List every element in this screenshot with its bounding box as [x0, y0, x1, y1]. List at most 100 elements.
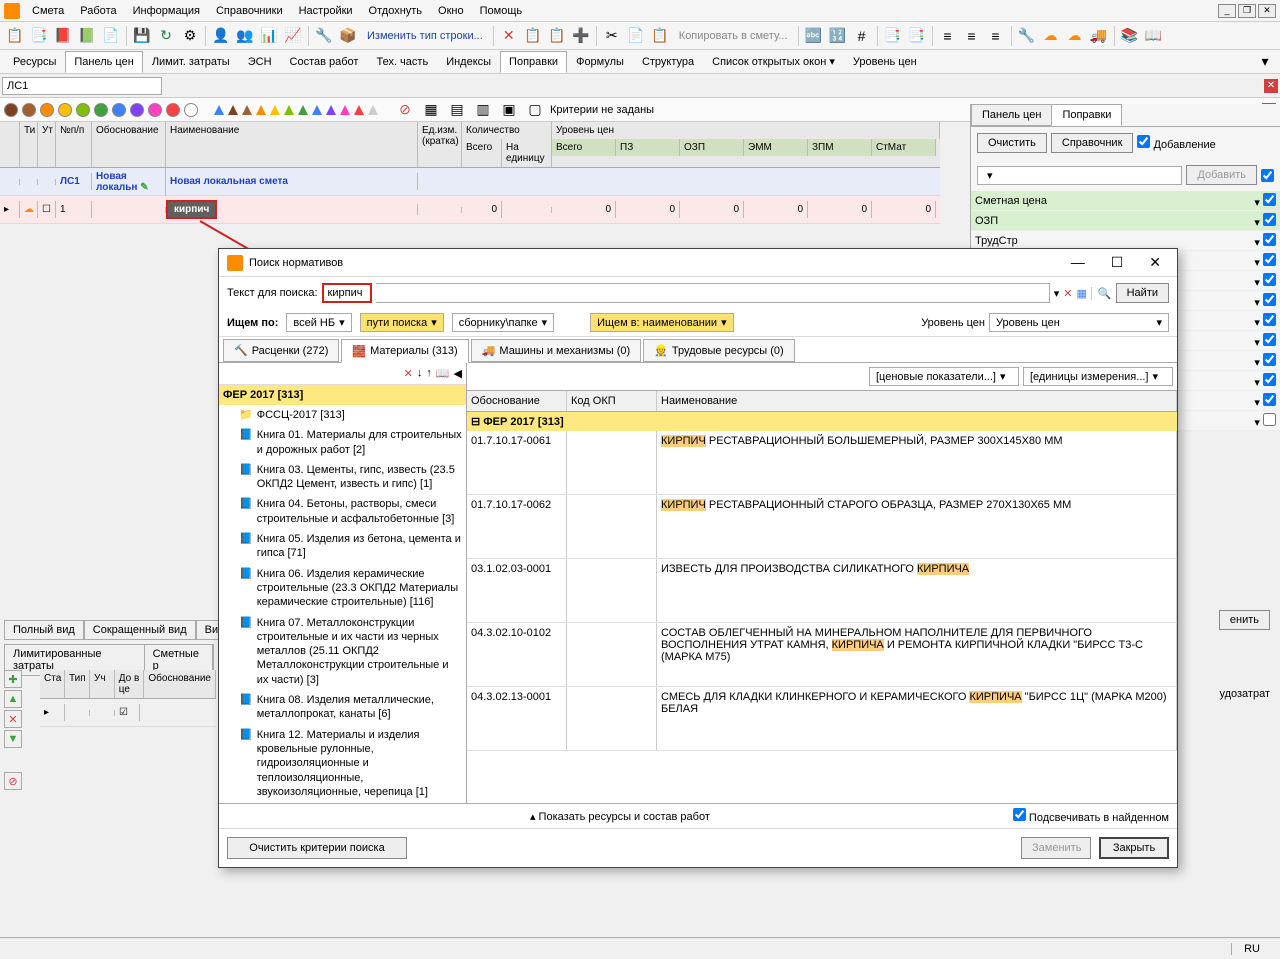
doc-name-input[interactable]: [2, 77, 162, 95]
filter-triangle[interactable]: [214, 105, 224, 115]
menu-info[interactable]: Информация: [125, 3, 208, 19]
tb-icon[interactable]: 📊: [258, 25, 280, 47]
close-doc-icon[interactable]: ✕: [1264, 79, 1278, 93]
combo-search-in[interactable]: Ищем в: наименовании ▾: [590, 313, 733, 332]
cancel-filter-icon[interactable]: ⊘: [394, 99, 416, 121]
res-col-okp[interactable]: Код ОКП: [567, 391, 657, 411]
tab-resources[interactable]: Ресурсы: [4, 51, 65, 73]
clear-search-icon[interactable]: ✕: [1063, 287, 1072, 300]
col-np[interactable]: №п/п: [56, 122, 92, 167]
menu-smeta[interactable]: Смета: [24, 3, 72, 19]
tab-limit[interactable]: Лимит. затраты: [143, 51, 239, 73]
close-dialog-button[interactable]: Закрыть: [1099, 837, 1169, 859]
tree-item[interactable]: 📘Книга 01. Материалы для строительных и …: [219, 425, 466, 460]
res-col-name[interactable]: Наименование: [657, 391, 1177, 411]
copy-to-smeta[interactable]: Копировать в смету...: [673, 28, 794, 44]
filter-triangle[interactable]: [228, 105, 238, 115]
tb-icon[interactable]: ⚙: [179, 25, 201, 47]
filter-triangle[interactable]: [256, 105, 266, 115]
filter-dot[interactable]: [166, 103, 180, 117]
rp-tab-price[interactable]: Панель цен: [971, 104, 1052, 126]
filter-triangle[interactable]: [298, 105, 308, 115]
res-col-code[interactable]: Обоснование: [467, 391, 567, 411]
tb-icon[interactable]: 📄: [100, 25, 122, 47]
tab-structure[interactable]: Структура: [633, 51, 703, 73]
search-input[interactable]: [322, 283, 372, 303]
copy-icon[interactable]: 📄: [625, 25, 647, 47]
tab-labor[interactable]: 👷Трудовые ресурсы (0): [643, 339, 795, 362]
filter-dot[interactable]: [130, 103, 144, 117]
tb-icon[interactable]: 📋: [546, 25, 568, 47]
col-money[interactable]: СтМат: [872, 139, 936, 156]
col-all[interactable]: Всего: [462, 139, 502, 167]
col-money[interactable]: ОЗП: [680, 139, 744, 156]
tree-item[interactable]: 📘Книга 04. Бетоны, растворы, смеси строи…: [219, 494, 466, 529]
col-ut[interactable]: Ут: [38, 122, 56, 167]
tree-up-icon[interactable]: ↑: [426, 367, 432, 380]
tab-price-level[interactable]: Уровень цен: [844, 51, 926, 73]
tb-icon[interactable]: ☁: [1040, 25, 1062, 47]
filter-dot[interactable]: [58, 103, 72, 117]
view-full[interactable]: Полный вид: [4, 620, 84, 640]
tb-icon[interactable]: 📑: [882, 25, 904, 47]
tb-icon[interactable]: 📈: [282, 25, 304, 47]
tb-icon[interactable]: ≡: [937, 25, 959, 47]
tab-materials[interactable]: 🧱Материалы (313): [341, 339, 468, 363]
tb-icon[interactable]: 📦: [337, 25, 359, 47]
highlight-checkbox-label[interactable]: Подсвечивать в найденном: [1013, 808, 1169, 824]
menu-window[interactable]: Окно: [430, 3, 472, 19]
save-icon[interactable]: 💾: [131, 25, 153, 47]
dropdown-icon[interactable]: ▾: [1254, 51, 1276, 73]
combo-price-indicators[interactable]: [ценовые показатели...] ▾: [869, 367, 1019, 386]
grid-row-header[interactable]: ЛС1 Новая локальн ✎ Новая локальная смет…: [0, 168, 940, 196]
menu-help[interactable]: Помощь: [472, 3, 531, 19]
clear-button[interactable]: Очистить: [977, 133, 1047, 153]
grid-icon[interactable]: ▤: [446, 99, 468, 121]
restore-button[interactable]: ❐: [1238, 4, 1256, 18]
menu-sprav[interactable]: Справочники: [208, 3, 291, 19]
close-button[interactable]: ✕: [1258, 4, 1276, 18]
change-row-type[interactable]: Изменить тип строки...: [361, 28, 489, 44]
tb-icon[interactable]: 📖: [1143, 25, 1165, 47]
col-money[interactable]: Всего: [552, 139, 616, 156]
limit-row[interactable]: ▸ ☑: [40, 699, 216, 727]
tb-icon[interactable]: 🔤: [803, 25, 825, 47]
col-type[interactable]: Ти: [20, 122, 38, 167]
up-icon[interactable]: ▲: [4, 690, 22, 708]
lim-col[interactable]: Тип: [65, 670, 90, 698]
tab-price-panel[interactable]: Панель цен: [65, 51, 142, 73]
tree-down-icon[interactable]: ↓: [417, 367, 423, 380]
tab-machines[interactable]: 🚚Машины и механизмы (0): [471, 339, 641, 362]
result-row[interactable]: 03.1.02.03-0001ИЗВЕСТЬ ДЛЯ ПРОИЗВОДСТВА …: [467, 559, 1177, 623]
clear-criteria-button[interactable]: Очистить критерии поиска: [227, 837, 407, 859]
add-icon[interactable]: ✚: [4, 670, 22, 688]
combo-collection[interactable]: сборнику\папке ▾: [452, 313, 554, 332]
col-naim[interactable]: Наименование: [166, 122, 418, 167]
tab-rates[interactable]: 🔨Расценки (272): [223, 339, 339, 362]
filter-triangle[interactable]: [368, 105, 378, 115]
tb-icon[interactable]: 👤: [210, 25, 232, 47]
minimize-button[interactable]: _: [1218, 4, 1236, 18]
filter-dot[interactable]: [148, 103, 162, 117]
refresh-icon[interactable]: ↻: [155, 25, 177, 47]
tab-formulas[interactable]: Формулы: [567, 51, 633, 73]
combo-units[interactable]: [единицы измерения...] ▾: [1023, 367, 1173, 386]
reference-button[interactable]: Справочник: [1051, 133, 1134, 153]
filter-dot[interactable]: [40, 103, 54, 117]
tb-icon[interactable]: 📑: [906, 25, 928, 47]
dlg-minimize-icon[interactable]: —: [1063, 252, 1093, 273]
grid-icon[interactable]: ▣: [498, 99, 520, 121]
tb-icon[interactable]: ≡: [961, 25, 983, 47]
grid-icon[interactable]: ▥: [472, 99, 494, 121]
dropdown-icon[interactable]: ▾: [1054, 287, 1060, 300]
filter-triangle[interactable]: [326, 105, 336, 115]
dlg-close-icon[interactable]: ✕: [1141, 252, 1169, 273]
grid-icon[interactable]: ▦: [420, 99, 442, 121]
rp-cb[interactable]: [1261, 169, 1274, 182]
combo-price-level[interactable]: Уровень цен▾: [989, 313, 1169, 332]
tb-icon[interactable]: ➕: [570, 25, 592, 47]
tb-icon[interactable]: 📚: [1119, 25, 1141, 47]
apply-button[interactable]: енить: [1219, 610, 1270, 630]
combo-db[interactable]: всей НБ ▾: [286, 313, 351, 332]
kirpich-input[interactable]: кирпич: [166, 200, 217, 219]
